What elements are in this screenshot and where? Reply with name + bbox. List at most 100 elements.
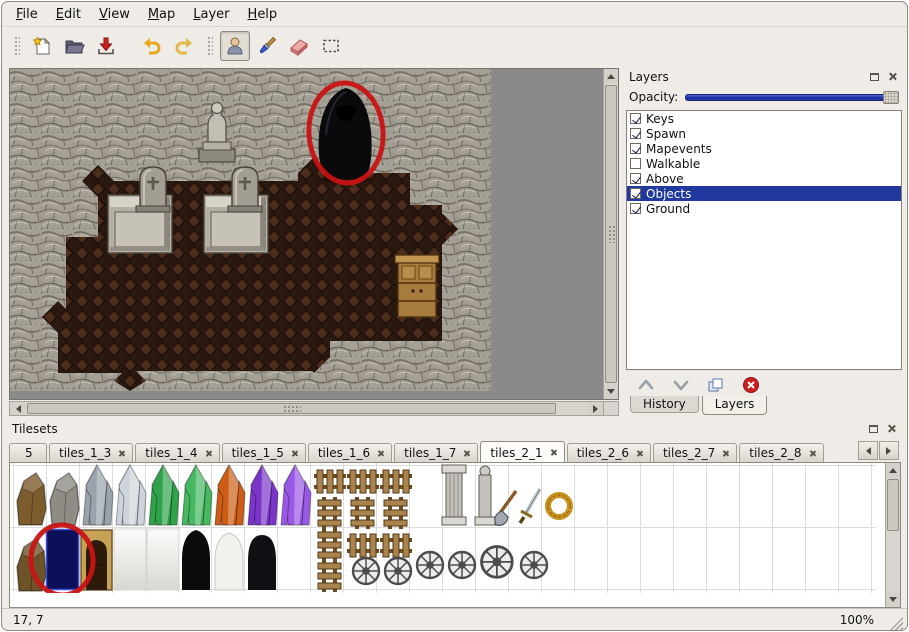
move-layer-down-button[interactable] [669,375,693,395]
layer-visibility-checkbox[interactable] [630,188,641,199]
scrollbar-thumb[interactable] [605,85,617,383]
menu-map[interactable]: Map [139,5,184,24]
new-file-button[interactable] [27,31,57,61]
tab-scroll-right-button[interactable] [879,441,899,460]
float-icon [870,73,879,81]
delete-layer-button[interactable] [739,375,763,395]
layer-label: Above [646,172,684,186]
close-tab-icon[interactable] [550,449,557,456]
map-canvas[interactable] [10,69,491,391]
tilesets-panel-title: Tilesets [12,422,58,436]
close-tab-icon[interactable] [809,450,816,457]
select-tool-button[interactable] [316,31,346,61]
layer-visibility-checkbox[interactable] [630,128,641,139]
tab-scroll-left-button[interactable] [858,441,878,460]
close-tab-icon[interactable] [291,450,298,457]
toolbar-grip[interactable] [206,35,213,57]
menu-help[interactable]: Help [239,5,287,24]
scroll-down-button[interactable] [886,593,900,607]
open-button[interactable] [59,31,89,61]
tileset-tab-label: tiles_2_1 [490,446,542,460]
scroll-up-button[interactable] [886,463,900,477]
layer-visibility-checkbox[interactable] [630,203,641,214]
save-button[interactable] [91,31,121,61]
redo-button[interactable] [169,31,199,61]
layer-visibility-checkbox[interactable] [630,113,641,124]
tileset-tab-active[interactable]: tiles_2_1 [480,441,564,462]
tileset-canvas[interactable] [10,463,876,593]
tileset-tab-label: tiles_1_3 [59,446,111,460]
close-tab-icon[interactable] [636,450,643,457]
close-tab-icon[interactable] [463,450,470,457]
tab-label: History [643,397,686,411]
scrollbar-track[interactable] [604,83,618,385]
tileset-tab[interactable]: tiles_2_7 [653,443,737,462]
menu-view[interactable]: View [90,5,139,24]
tileset-tab[interactable]: tiles_1_5 [222,443,306,462]
eraser-tool-button[interactable] [284,31,314,61]
layers-panel-title: Layers [629,70,669,84]
opacity-slider-handle[interactable] [883,91,899,104]
tileset-tab[interactable]: tiles_1_6 [308,443,392,462]
tileset-tab[interactable]: tiles_1_4 [135,443,219,462]
duplicate-layer-button[interactable] [704,375,728,395]
close-tab-icon[interactable] [118,450,125,457]
event-tool-button[interactable] [220,31,250,61]
paintbrush-icon [256,35,278,57]
layer-visibility-checkbox[interactable] [630,143,641,154]
close-tab-icon[interactable] [205,450,212,457]
layer-row-above[interactable]: Above [627,171,901,186]
tileset-vertical-scrollbar[interactable] [885,463,900,607]
tab-history[interactable]: History [630,396,699,413]
layer-row-mapevents[interactable]: Mapevents [627,141,901,156]
menu-file[interactable]: File [7,5,47,24]
scrollbar-corner [603,402,618,415]
scroll-down-button[interactable] [604,385,618,399]
tileset-tab-label: tiles_1_4 [145,446,197,460]
layer-row-keys[interactable]: Keys [627,111,901,126]
window-resize-grip[interactable] [890,617,903,630]
menu-layer[interactable]: Layer [184,5,238,24]
layer-row-ground[interactable]: Ground [627,201,901,216]
tileset-tab[interactable]: tiles_2_6 [567,443,651,462]
layer-row-objects[interactable]: Objects [627,186,901,201]
move-layer-up-button[interactable] [634,375,658,395]
scrollbar-track[interactable] [25,402,588,415]
tileset-tab-label: tiles_2_7 [663,446,715,460]
layer-row-walkable[interactable]: Walkable [627,156,901,171]
scroll-up-button[interactable] [604,69,618,83]
float-panel-button[interactable] [867,71,881,83]
brush-tool-button[interactable] [252,31,282,61]
layer-row-spawn[interactable]: Spawn [627,126,901,141]
selected-tile[interactable] [46,529,79,590]
tileset-tab[interactable]: tiles_1_3 [49,443,133,462]
tileset-canvas-area[interactable] [9,462,901,608]
tileset-tab[interactable]: tiles_1_7 [394,443,478,462]
scroll-right-button[interactable] [588,402,603,415]
undo-button[interactable] [137,31,167,61]
menu-edit[interactable]: Edit [47,5,90,24]
open-folder-icon [63,35,85,57]
layers-panel: Layers Opacity: Keys Spawn [626,68,902,416]
toolbar-grip[interactable] [13,35,20,57]
scroll-left-button[interactable] [10,402,25,415]
map-vertical-scrollbar[interactable] [603,69,618,399]
scrollbar-thumb[interactable] [887,479,899,531]
menubar: File Edit View Map Layer Help [2,2,907,27]
scrollbar-thumb[interactable] [27,403,556,414]
scrollbar-track[interactable] [886,477,900,593]
close-tab-icon[interactable] [377,450,384,457]
layer-visibility-checkbox[interactable] [630,158,641,169]
opacity-slider[interactable] [685,90,899,105]
layer-visibility-checkbox[interactable] [630,173,641,184]
tileset-tab[interactable]: tiles_2_8 [739,443,823,462]
float-panel-button[interactable] [866,423,880,435]
map-horizontal-scrollbar[interactable] [9,401,619,416]
tab-layers[interactable]: Layers [702,396,768,415]
map-viewport[interactable] [9,68,619,400]
close-panel-button[interactable] [885,71,899,83]
close-panel-button[interactable] [884,423,898,435]
close-tab-icon[interactable] [722,450,729,457]
eraser-icon [288,35,310,57]
tileset-tab[interactable]: 5 [9,443,47,462]
